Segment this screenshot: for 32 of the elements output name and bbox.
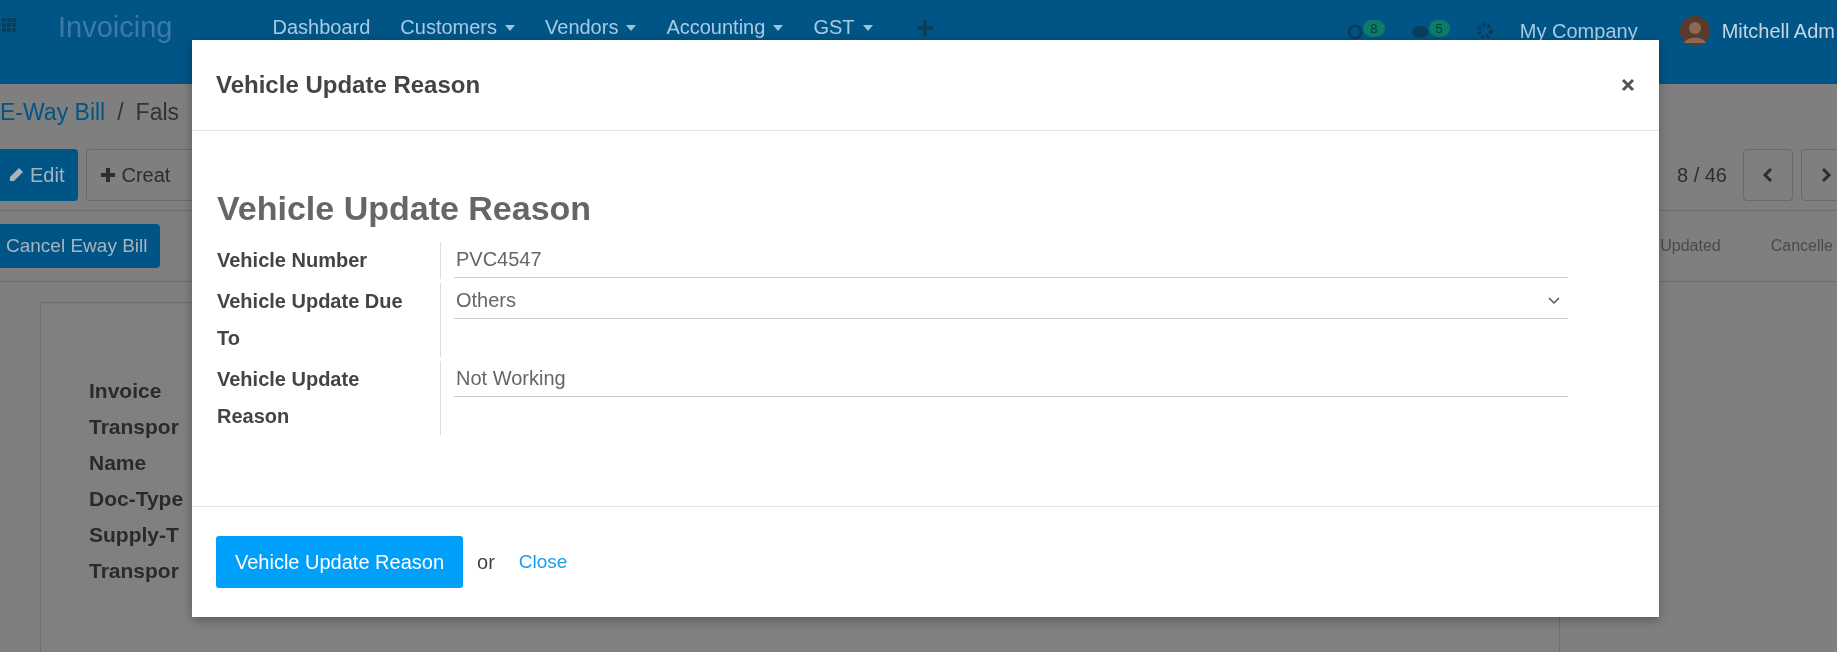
pager-counter: 8 / 46	[1676, 163, 1727, 187]
field-label: Vehicle Number	[217, 242, 441, 279]
field-label: Vehicle Update Due To	[217, 283, 441, 357]
close-link[interactable]: Close	[518, 551, 568, 573]
field-label: Invoice	[89, 378, 162, 404]
input-field[interactable]: PVC4547	[454, 242, 1568, 278]
field-label: Doc-Type	[89, 486, 184, 512]
breadcrumb-current: Fals	[135, 98, 180, 126]
confirm-button[interactable]: Vehicle Update Reason	[216, 536, 464, 588]
company-switcher[interactable]: My Company	[1519, 19, 1638, 43]
select-field[interactable]: Others	[454, 283, 1568, 319]
menu-item[interactable]: GST	[813, 16, 873, 39]
user-menu[interactable]: Mitchell Adm	[1721, 19, 1835, 43]
field-label: Transpor	[89, 558, 179, 584]
field-label: Name	[89, 450, 147, 476]
edit-button[interactable]: Edit	[0, 149, 79, 201]
app-name: Invoicing	[58, 12, 173, 42]
activity-count: 8	[1363, 19, 1385, 37]
field-label: Supply-T	[89, 522, 179, 548]
dialog-title: Vehicle Update Reason	[216, 71, 481, 99]
menu-item[interactable]: Vendors	[545, 16, 637, 39]
cancel-eway-bill-button[interactable]: Cancel Eway Bill	[0, 224, 160, 268]
form-heading: Vehicle Update Reason	[217, 189, 593, 228]
field-label: Vehicle Update Reason	[217, 361, 441, 435]
breadcrumb-separator: /	[117, 98, 124, 126]
input-field[interactable]: Not Working	[454, 361, 1568, 397]
menu-item[interactable]: Dashboard	[272, 16, 371, 39]
menu-item[interactable]: Accounting	[666, 16, 784, 39]
or-text: or	[477, 550, 495, 574]
message-count: 5	[1428, 19, 1450, 37]
menu-item[interactable]: Customers	[400, 16, 515, 39]
field-label: Transpor	[89, 414, 179, 440]
